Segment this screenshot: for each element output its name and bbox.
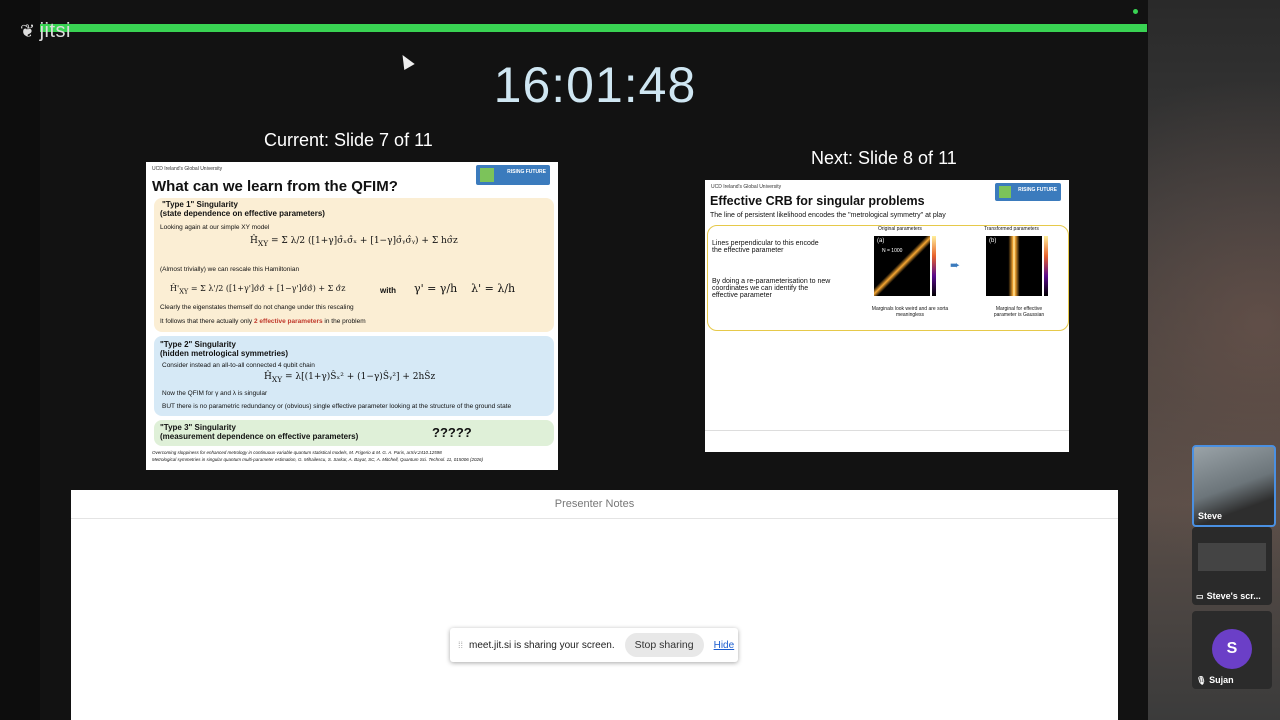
participant-tile-sujan[interactable]: S 🎙 Sujan (1192, 611, 1272, 689)
gamma-prime-equation: γ' = γ/h λ' = λ/h (414, 282, 516, 295)
next-slide-paragraph-2: By doing a re-parameterisation to new co… (712, 278, 831, 299)
qubit-chain-equation: ĤXY = λ[(1+γ)Ŝₓ² + (1−γ)Ŝᵧ²] + 2hŜz (264, 372, 436, 384)
type1-line-3: Clearly the eigenstates themself do not … (160, 304, 354, 311)
jitsi-logo-icon: ❦ (20, 21, 36, 41)
type1-title: "Type 1" Singularity (162, 200, 238, 209)
type3-box: "Type 3" Singularity (measurement depend… (154, 420, 554, 446)
hide-link[interactable]: Hide (714, 640, 735, 651)
screen-share-thumbnail (1198, 543, 1266, 571)
plot-a-colorbar (932, 236, 936, 296)
rescaled-hamiltonian-equation: Ĥ'XY = Σ λ'/2 ([1+γ']σ̂σ̂ + [1−γ']σ̂σ̂) … (170, 284, 346, 296)
slide-divider (705, 430, 1069, 431)
share-message: meet.jit.si is sharing your screen. (469, 639, 615, 651)
university-label: UCD Ireland's Global University (711, 184, 782, 190)
timer-progress-bar (40, 24, 1147, 32)
type1-line-2: (Almost trivially) we can rescale this H… (160, 266, 300, 273)
clock: 16:01:48 (493, 57, 697, 113)
plot-a: (a) N = 1000 (874, 236, 930, 296)
next-slide-heading: Next: Slide 8 of 11 (811, 148, 957, 168)
plot-b: (b) (986, 236, 1042, 296)
slide-subtitle: The line of persistent likelihood encode… (710, 212, 946, 219)
screen-share-icon: ▭ (1196, 591, 1204, 601)
type2-line-1: Consider instead an all-to-all connected… (162, 362, 315, 369)
rising-future-badge: RISING FUTURE (476, 165, 550, 185)
drag-handle-icon[interactable]: ⁞⁞ (458, 640, 463, 650)
participant-tile-screen-share[interactable]: ▭ Steve's scr... (1192, 527, 1272, 605)
current-slide[interactable]: UCD Ireland's Global University RISING F… (146, 162, 558, 470)
presenter-notes-header: Presenter Notes (71, 490, 1118, 519)
stop-sharing-button[interactable]: Stop sharing (624, 633, 704, 657)
type3-title: "Type 3" Singularity (160, 423, 236, 432)
type2-box: "Type 2" Singularity (hidden metrologica… (154, 336, 554, 416)
avatar: S (1212, 629, 1252, 669)
presenter-notes-panel[interactable]: Presenter Notes (71, 490, 1118, 720)
university-label: UCD Ireland's Global University (152, 166, 223, 172)
jitsi-logo: ❦ jitsi (20, 20, 71, 43)
type3-subtitle: (measurement dependence on effective par… (160, 432, 359, 441)
with-label: with (380, 286, 396, 295)
type2-line-3: BUT there is no parametric redundancy or… (162, 403, 512, 410)
screen-share-bar: ⁞⁞ meet.jit.si is sharing your screen. S… (450, 628, 738, 662)
plot-b-caption: Marginal for effective parameter is Gaus… (993, 306, 1045, 318)
participant-tile-steve[interactable]: Steve (1192, 445, 1276, 527)
participant-name: 🎙 Sujan (1196, 675, 1234, 685)
type2-title: "Type 2" Singularity (160, 340, 236, 349)
next-slide[interactable]: UCD Ireland's Global University RISING F… (705, 180, 1069, 452)
reference-1: Overcoming sloppiness for enhanced metro… (152, 450, 442, 455)
type1-subtitle: (state dependence on effective parameter… (160, 209, 325, 218)
participant-name: ▭ Steve's scr... (1196, 591, 1261, 601)
next-slide-content-box: Lines perpendicular to this encode the e… (707, 225, 1069, 331)
question-marks: ????? (432, 425, 472, 440)
status-dot (1133, 9, 1138, 14)
current-slide-heading: Current: Slide 7 of 11 (264, 130, 433, 150)
type2-line-2: Now the QFIM for γ and λ is singular (162, 390, 268, 397)
jitsi-logo-text: jitsi (39, 20, 71, 42)
slide-title: Effective CRB for singular problems (710, 194, 925, 208)
slide-title: What can we learn from the QFIM? (152, 178, 398, 195)
plot-b-title: Transformed parameters (984, 226, 1039, 232)
participant-name: Steve (1198, 511, 1223, 521)
rising-future-badge: RISING FUTURE (995, 183, 1061, 201)
type1-line-4: It follows that there actually only 2 ef… (160, 318, 366, 325)
next-slide-paragraph-1: Lines perpendicular to this encode the e… (712, 240, 819, 254)
type1-line-1: Looking again at our simple XY model (160, 224, 270, 231)
plot-b-colorbar (1044, 236, 1048, 296)
plot-a-title: Original parameters (878, 226, 922, 232)
mic-muted-icon: 🎙 (1196, 675, 1207, 685)
type1-box: "Type 1" Singularity (state dependence o… (154, 198, 554, 332)
arrow-right-icon: ➨ (950, 258, 961, 272)
xy-hamiltonian-equation: ĤXY = Σ λ/2 ([1+γ]σ̂ₓσ̂ₓ + [1−γ]σ̂ᵧσ̂ᵧ) … (250, 236, 458, 248)
type2-subtitle: (hidden metrological symmetries) (160, 349, 289, 358)
reference-2: Metrological symmetries in singular quan… (152, 457, 484, 462)
plot-a-caption: Marginals look weird and are sorta meani… (871, 306, 949, 318)
